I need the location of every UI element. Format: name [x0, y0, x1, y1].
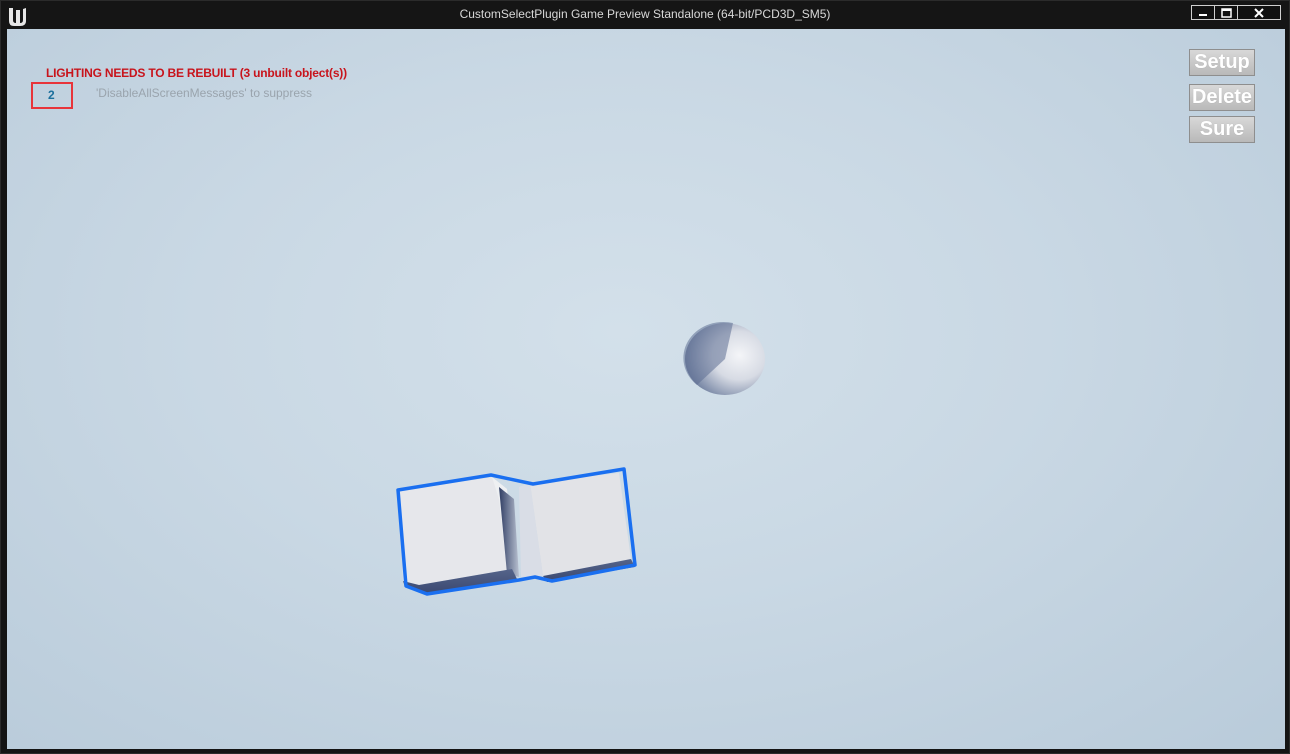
scene-3d	[396, 321, 765, 596]
window-controls	[1191, 5, 1281, 20]
selection-count: 2	[48, 88, 55, 102]
title-bar[interactable]: CustomSelectPlugin Game Preview Standalo…	[1, 1, 1289, 29]
game-viewport[interactable]: LIGHTING NEEDS TO BE REBUILT (3 unbuilt …	[7, 29, 1285, 749]
close-button[interactable]	[1237, 5, 1281, 20]
minimize-icon	[1199, 13, 1207, 16]
minimize-button[interactable]	[1191, 5, 1215, 20]
maximize-icon	[1220, 7, 1232, 18]
delete-button[interactable]: Delete	[1189, 84, 1255, 111]
sure-button[interactable]: Sure	[1189, 116, 1255, 143]
selection-count-box: 2	[31, 82, 73, 109]
maximize-button[interactable]	[1214, 5, 1238, 20]
game-preview-window: CustomSelectPlugin Game Preview Standalo…	[0, 0, 1290, 754]
lighting-warning-message: LIGHTING NEEDS TO BE REBUILT (3 unbuilt …	[46, 66, 347, 80]
suppress-messages-hint: 'DisableAllScreenMessages' to suppress	[96, 86, 313, 100]
setup-button[interactable]: Setup	[1189, 49, 1255, 76]
selected-cubes[interactable]	[396, 467, 637, 596]
window-title: CustomSelectPlugin Game Preview Standalo…	[459, 7, 831, 21]
close-icon	[1254, 7, 1264, 18]
sphere-object[interactable]	[683, 321, 765, 395]
